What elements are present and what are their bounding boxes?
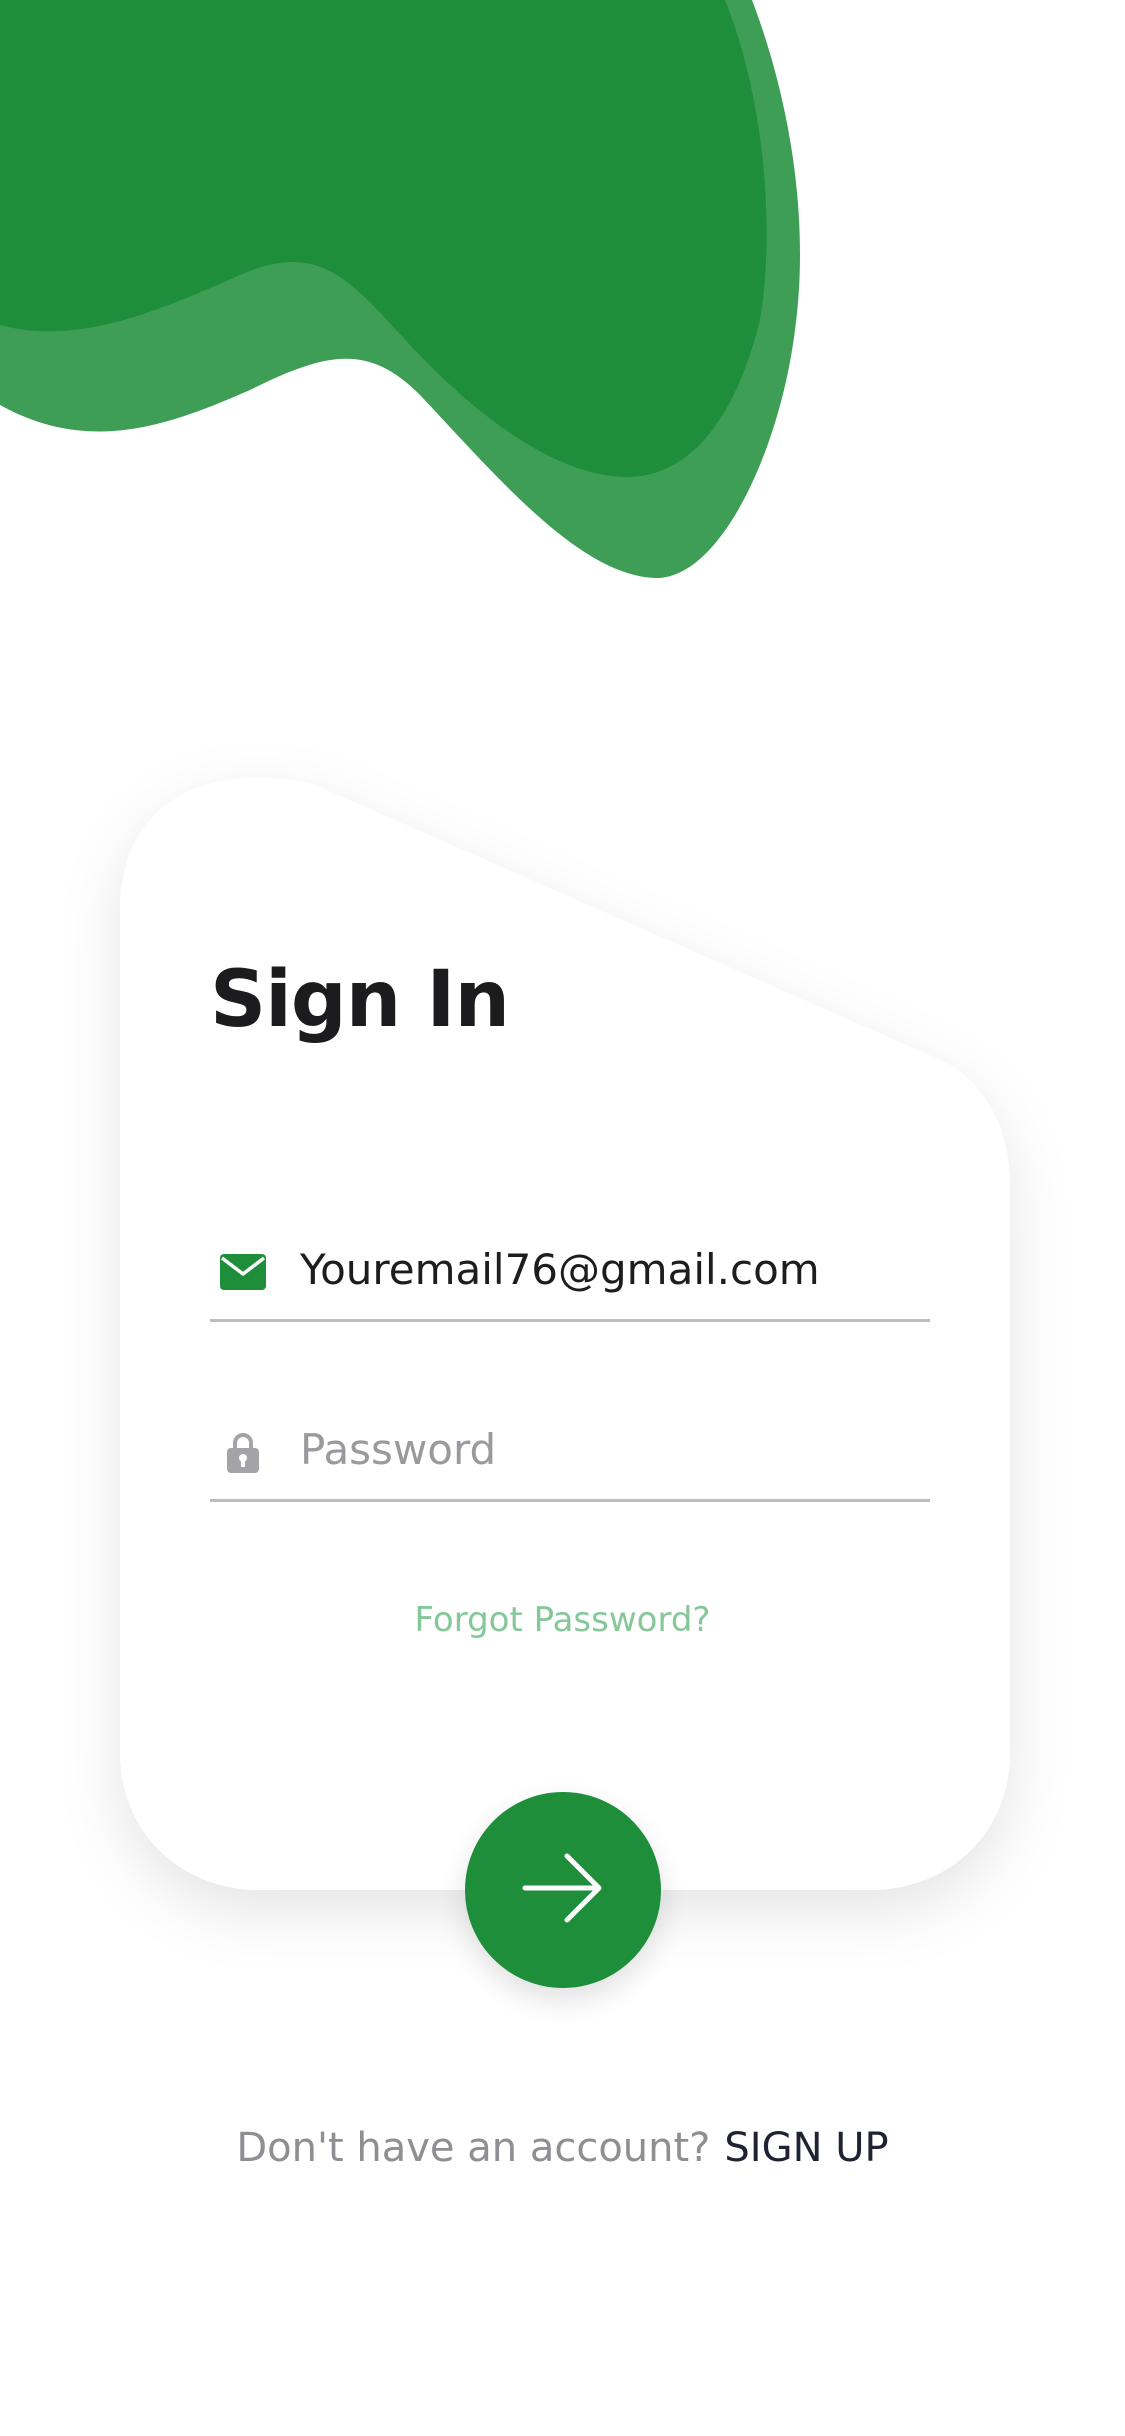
- forgot-password-link[interactable]: Forgot Password?: [0, 1600, 1125, 1640]
- card-shape: [120, 777, 1010, 1890]
- password-underline: [210, 1499, 930, 1502]
- envelope-icon: [218, 1250, 268, 1294]
- email-field[interactable]: Youremail76@gmail.com: [210, 1222, 930, 1322]
- password-input[interactable]: Password: [300, 1420, 496, 1480]
- lock-icon: [218, 1430, 268, 1474]
- email-input[interactable]: Youremail76@gmail.com: [300, 1240, 820, 1300]
- signin-card: [120, 777, 1010, 1890]
- submit-button[interactable]: [465, 1792, 661, 1988]
- signup-prompt: Don't have an account? SIGN UP: [0, 2125, 1125, 2171]
- signup-link[interactable]: SIGN UP: [724, 2125, 888, 2171]
- password-field[interactable]: Password: [210, 1402, 930, 1502]
- email-underline: [210, 1319, 930, 1322]
- arrow-right-icon: [521, 1852, 605, 1928]
- signup-prompt-text: Don't have an account?: [236, 2125, 711, 2171]
- page-title: Sign In: [210, 955, 510, 1045]
